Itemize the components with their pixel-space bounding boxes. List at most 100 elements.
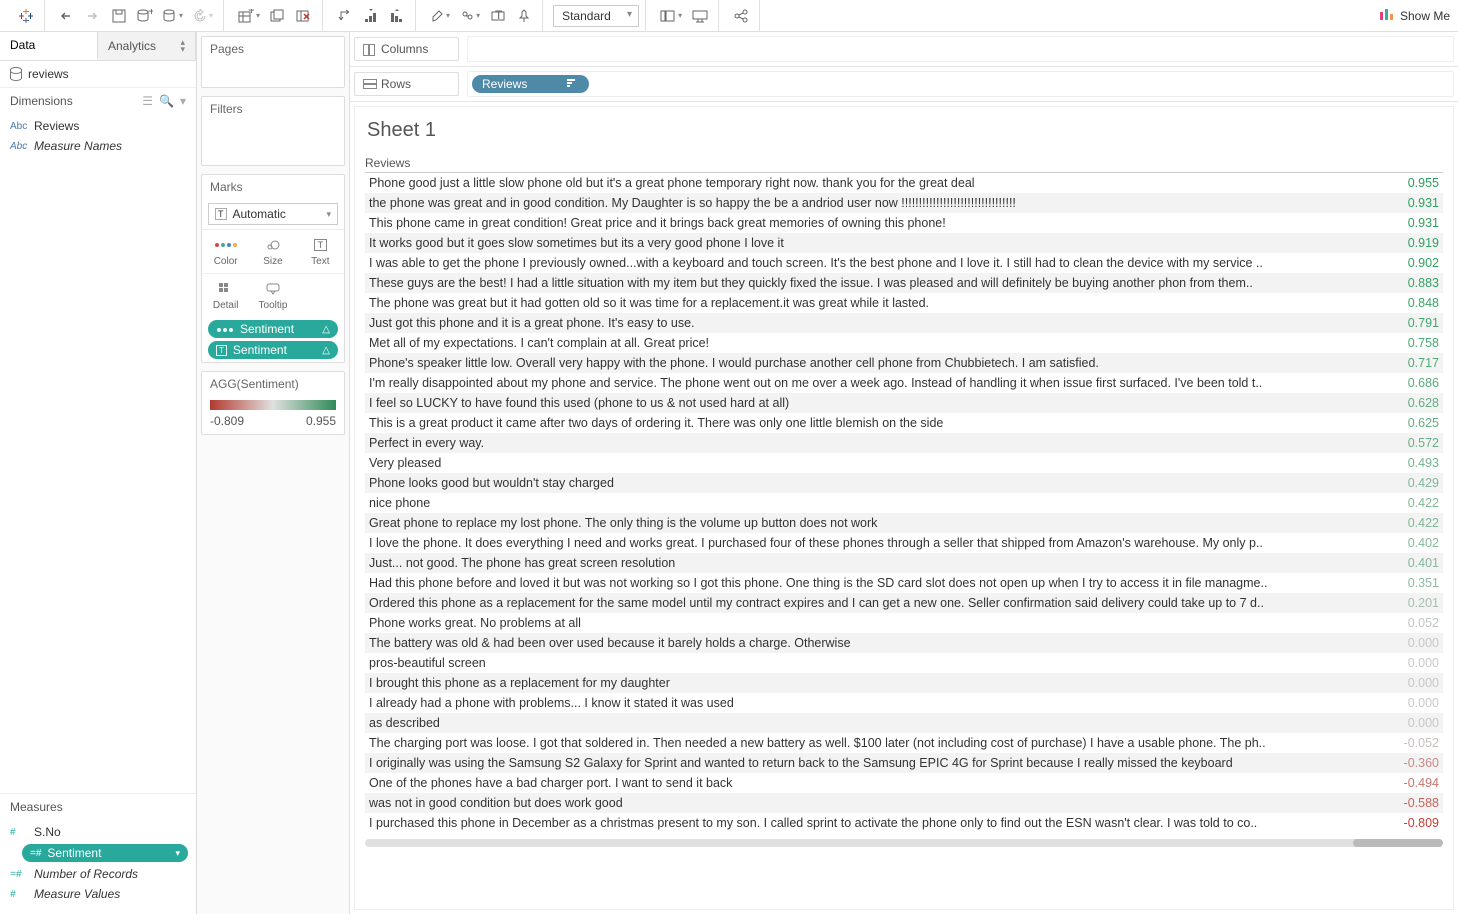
table-row[interactable]: Had this phone before and loved it but w… (365, 573, 1443, 593)
svg-text:T: T (495, 9, 503, 22)
table-row[interactable]: I purchased this phone in December as a … (365, 813, 1443, 833)
table-row[interactable]: I love the phone. It does everything I n… (365, 533, 1443, 553)
sort-desc-icon[interactable] (385, 4, 409, 28)
table-row[interactable]: Just got this phone and it is a great ph… (365, 313, 1443, 333)
datasource-item[interactable]: reviews (0, 61, 196, 87)
table-row[interactable]: Phone looks good but wouldn't stay charg… (365, 473, 1443, 493)
table-row[interactable]: Great phone to replace my lost phone. Th… (365, 513, 1443, 533)
table-row[interactable]: The phone was great but it had gotten ol… (365, 293, 1443, 313)
table-row[interactable]: It works good but it goes slow sometimes… (365, 233, 1443, 253)
table-row[interactable]: Very pleased0.493 (365, 453, 1443, 473)
table-row[interactable]: The battery was old & had been over used… (365, 633, 1443, 653)
review-cell: This phone came in great condition! Grea… (365, 213, 1373, 233)
mark-tooltip-button[interactable]: Tooltip (249, 273, 296, 317)
table-row[interactable]: was not in good condition but does work … (365, 793, 1443, 813)
color-icon (216, 324, 234, 335)
show-mark-labels-icon[interactable]: T (486, 4, 510, 28)
sentiment-cell: 0.052 (1373, 613, 1443, 633)
duplicate-sheet-icon[interactable] (266, 4, 290, 28)
sentiment-cell: 0.791 (1373, 313, 1443, 333)
review-cell: the phone was great and in good conditio… (365, 193, 1373, 213)
find-icon[interactable]: 🔍 (159, 94, 174, 108)
mark-color-button[interactable]: Color (202, 229, 249, 273)
field-number-of-records[interactable]: =#Number of Records (0, 864, 196, 884)
undo-icon[interactable] (55, 4, 79, 28)
table-row[interactable]: Perfect in every way.0.572 (365, 433, 1443, 453)
table-row[interactable]: as described0.000 (365, 713, 1443, 733)
table-row[interactable]: One of the phones have a bad charger por… (365, 773, 1443, 793)
clear-sheet-icon[interactable] (292, 4, 316, 28)
tab-data[interactable]: Data (0, 32, 98, 60)
table-row[interactable]: I was able to get the phone I previously… (365, 253, 1443, 273)
marks-pill-text-sentiment[interactable]: T Sentiment △ (208, 341, 338, 359)
table-row[interactable]: I brought this phone as a replacement fo… (365, 673, 1443, 693)
horizontal-scrollbar[interactable] (365, 839, 1443, 847)
refresh-icon[interactable]: ▾ (189, 4, 217, 28)
new-datasource-icon[interactable]: + (133, 4, 157, 28)
fit-dropdown[interactable]: Standard (553, 5, 639, 27)
review-cell: Phone good just a little slow phone old … (365, 173, 1373, 193)
field-sno[interactable]: #S.No (0, 822, 196, 842)
new-worksheet-icon[interactable]: +▾ (234, 4, 264, 28)
table-row[interactable]: I already had a phone with problems... I… (365, 693, 1443, 713)
field-sentiment[interactable]: =#Sentiment▾ (22, 844, 188, 862)
save-icon[interactable] (107, 4, 131, 28)
field-reviews[interactable]: AbcReviews (0, 116, 196, 136)
tableau-logo-icon[interactable] (14, 4, 38, 28)
table-row[interactable]: I originally was using the Samsung S2 Ga… (365, 753, 1443, 773)
table-row[interactable]: pros-beautiful screen0.000 (365, 653, 1443, 673)
share-icon[interactable] (729, 4, 753, 28)
review-cell: Just... not good. The phone has great sc… (365, 553, 1373, 573)
table-row[interactable]: This is a great product it came after tw… (365, 413, 1443, 433)
rows-pill-reviews[interactable]: Reviews (472, 75, 589, 93)
table-row[interactable]: Met all of my expectations. I can't comp… (365, 333, 1443, 353)
sentiment-cell: -0.494 (1373, 773, 1443, 793)
group-icon[interactable]: ▾ (456, 4, 484, 28)
marks-type-dropdown[interactable]: TAutomatic ▾ (208, 203, 338, 225)
abc-icon: Abc (10, 141, 28, 152)
table-row[interactable]: I feel so LUCKY to have found this used … (365, 393, 1443, 413)
table-row[interactable]: the phone was great and in good conditio… (365, 193, 1443, 213)
field-measure-values[interactable]: #Measure Values (0, 884, 196, 904)
scrollbar-thumb[interactable] (1353, 839, 1443, 847)
table-row[interactable]: Phone's speaker little low. Overall very… (365, 353, 1443, 373)
mark-size-button[interactable]: Size (249, 229, 296, 273)
table-row[interactable]: nice phone0.422 (365, 493, 1443, 513)
table-row[interactable]: Ordered this phone as a replacement for … (365, 593, 1443, 613)
rows-shelf[interactable]: Rows Reviews (350, 67, 1458, 102)
data-pane: Data Analytics▴▾ reviews Dimensions ☰🔍▾ … (0, 32, 197, 914)
show-me-icon (1379, 9, 1394, 23)
swap-rows-columns-icon[interactable] (333, 4, 357, 28)
sheet-title[interactable]: Sheet 1 (367, 119, 1443, 142)
sentiment-cell: -0.052 (1373, 733, 1443, 753)
columns-shelf[interactable]: Columns (350, 32, 1458, 67)
table-row[interactable]: This phone came in great condition! Grea… (365, 213, 1443, 233)
highlight-icon[interactable]: ▾ (426, 4, 454, 28)
sentiment-cell: -0.809 (1373, 813, 1443, 833)
table-row[interactable]: Just... not good. The phone has great sc… (365, 553, 1443, 573)
mark-detail-button[interactable]: Detail (202, 273, 249, 317)
mark-text-button[interactable]: TText (297, 229, 344, 273)
table-row[interactable]: I'm really disappointed about my phone a… (365, 373, 1443, 393)
pages-card[interactable]: Pages (201, 36, 345, 88)
column-header-reviews[interactable]: Reviews (365, 152, 1443, 173)
menu-caret-icon[interactable]: ▾ (180, 94, 186, 108)
presentation-mode-icon[interactable] (688, 4, 712, 28)
autoupdate-icon[interactable]: ▾ (159, 4, 187, 28)
sentiment-cell: 0.902 (1373, 253, 1443, 273)
sort-asc-icon[interactable] (359, 4, 383, 28)
redo-icon[interactable] (81, 4, 105, 28)
field-measure-names[interactable]: AbcMeasure Names (0, 136, 196, 156)
tab-analytics[interactable]: Analytics▴▾ (98, 32, 196, 60)
table-row[interactable]: Phone good just a little slow phone old … (365, 173, 1443, 193)
show-hide-cards-icon[interactable]: ▾ (656, 4, 686, 28)
filters-card[interactable]: Filters (201, 96, 345, 166)
show-me-button[interactable]: Show Me (1379, 9, 1450, 23)
color-legend-card[interactable]: AGG(Sentiment) -0.8090.955 (201, 371, 345, 435)
table-row[interactable]: These guys are the best! I had a little … (365, 273, 1443, 293)
table-row[interactable]: Phone works great. No problems at all0.0… (365, 613, 1443, 633)
pin-icon[interactable] (512, 4, 536, 28)
table-row[interactable]: The charging port was loose. I got that … (365, 733, 1443, 753)
view-as-list-icon[interactable]: ☰ (142, 94, 153, 108)
marks-pill-color-sentiment[interactable]: Sentiment △ (208, 320, 338, 338)
